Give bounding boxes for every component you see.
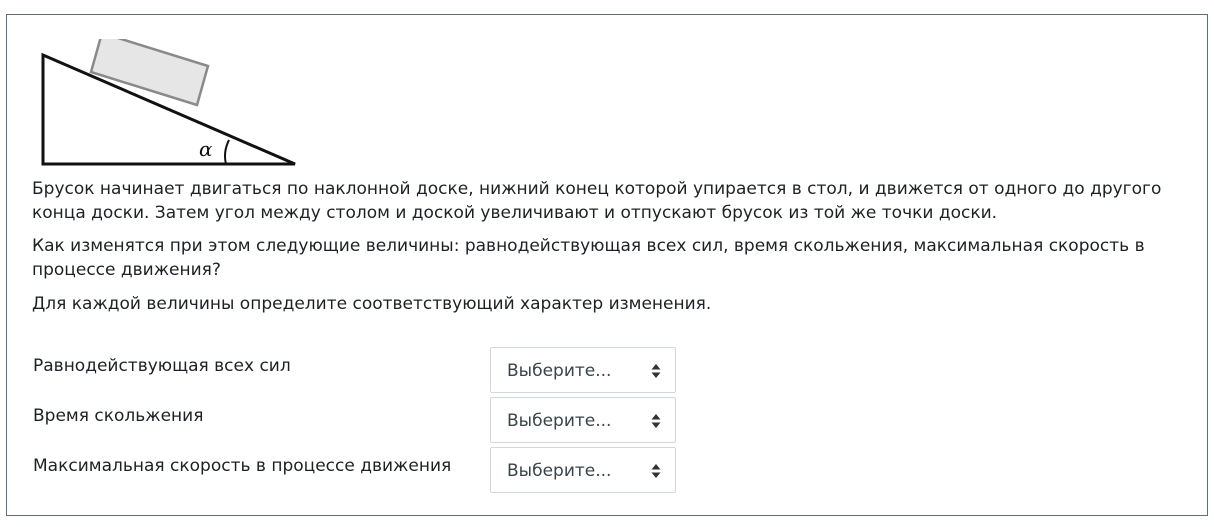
sort-arrows-icon — [651, 464, 661, 478]
question-card: α Брусок начинает двигаться по наклонной… — [6, 14, 1208, 516]
row-label-max-speed: Максимальная скорость в процессе движени… — [33, 456, 452, 476]
slide-time-select[interactable]: Выберите... — [490, 397, 676, 443]
sort-arrows-icon — [651, 414, 661, 428]
angle-label: α — [199, 137, 213, 161]
select-value: Выберите... — [507, 361, 612, 381]
sort-arrows-icon — [651, 364, 661, 378]
inclined-plane-icon: α — [41, 31, 296, 166]
select-value: Выберите... — [507, 461, 612, 481]
question-text: Как изменятся при этом следующие величин… — [32, 236, 1145, 280]
instruction-text: Для каждой величины определите соответст… — [32, 294, 712, 314]
inclined-plane-figure: α — [41, 31, 303, 189]
row-label-net-force: Равнодействующая всех сил — [33, 356, 291, 376]
net-force-select[interactable]: Выберите... — [490, 347, 676, 393]
row-label-slide-time: Время скольжения — [33, 406, 204, 426]
problem-statement: Брусок начинает двигаться по наклонной д… — [32, 179, 1162, 223]
select-value: Выберите... — [507, 411, 612, 431]
max-speed-select[interactable]: Выберите... — [490, 447, 676, 493]
